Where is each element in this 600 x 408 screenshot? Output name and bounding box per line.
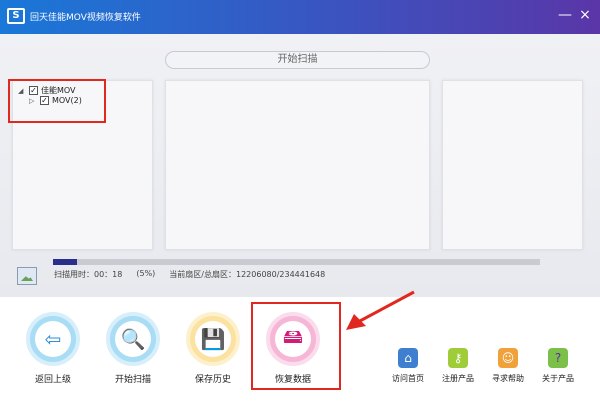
scan-time: 扫描用时：00：18: [54, 270, 123, 279]
home-link[interactable]: ⌂ 访问首页: [386, 348, 430, 384]
home-icon: ⌂: [398, 348, 418, 368]
back-button[interactable]: ⇦ 返回上级: [23, 312, 83, 385]
close-button[interactable]: ×: [577, 8, 593, 24]
tree-child-label: MOV(2): [52, 96, 82, 105]
save-history-button[interactable]: 💾 保存历史: [183, 312, 243, 385]
app-logo-icon: S: [7, 8, 25, 24]
exit-door-icon: ⇦: [35, 321, 71, 357]
file-list-panel: [165, 80, 430, 250]
save-history-label: 保存历史: [194, 375, 231, 385]
sector-info: 当前扇区/总扇区：12206080/234441648: [169, 270, 326, 279]
title-bar: S 回天佳能MOV视频恢复软件 — ×: [0, 0, 600, 34]
start-scan-button[interactable]: 🔍 开始扫描: [103, 312, 163, 385]
home-label: 访问首页: [392, 374, 424, 383]
back-label: 返回上级: [34, 375, 71, 385]
minimize-button[interactable]: —: [557, 8, 573, 24]
register-link[interactable]: ⚷ 注册产品: [436, 348, 480, 384]
progress-fill: [53, 259, 78, 265]
about-label: 关于产品: [542, 374, 574, 383]
collapse-arrow-icon[interactable]: ▷: [29, 97, 37, 105]
key-icon: ⚷: [448, 348, 468, 368]
support-agent-icon: ☺: [498, 348, 518, 368]
about-link[interactable]: ? 关于产品: [536, 348, 580, 384]
preview-panel: [442, 80, 583, 250]
tree-root-checkbox[interactable]: ✓: [29, 86, 38, 95]
image-preview-icon[interactable]: [17, 267, 37, 285]
tree-item-root[interactable]: ◢ ✓ 佳能MOV: [18, 85, 76, 96]
start-scan-label: 开始扫描: [114, 375, 151, 385]
expand-arrow-icon[interactable]: ◢: [18, 87, 26, 95]
help-link[interactable]: ☺ 寻求帮助: [486, 348, 530, 384]
annotation-arrow: [346, 290, 415, 330]
tree-item-child[interactable]: ▷ ✓ MOV(2): [29, 96, 82, 105]
magnifier-icon: 🔍: [115, 321, 151, 357]
scan-progress-bar: [53, 259, 540, 265]
window-title: 回天佳能MOV视频恢复软件: [30, 13, 141, 23]
tree-child-checkbox[interactable]: ✓: [40, 96, 49, 105]
register-label: 注册产品: [442, 374, 474, 383]
help-label: 寻求帮助: [492, 374, 524, 383]
scan-percent: (5%): [136, 269, 156, 278]
info-book-icon: ?: [548, 348, 568, 368]
recover-highlight-box: [251, 302, 341, 390]
tree-root-label: 佳能MOV: [41, 86, 76, 95]
status-line: 扫描用时：00：18 (5%) 当前扇区/总扇区：12206080/234441…: [54, 269, 325, 280]
scan-header: 开始扫描: [165, 51, 430, 69]
save-disk-icon: 💾: [195, 321, 231, 357]
